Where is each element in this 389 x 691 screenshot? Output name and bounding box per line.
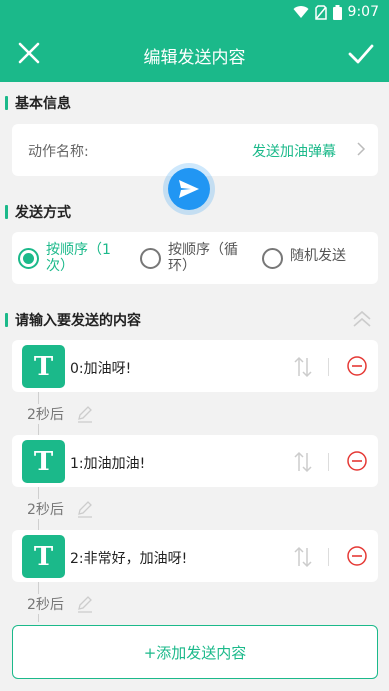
text-type-avatar: T [22,440,65,483]
list-item[interactable]: T 2:非常好，加油呀! [12,530,378,582]
section-send-mode-title: 发送方式 [15,205,71,221]
delay-row: 2秒后 [27,404,94,424]
radio-label: 按顺序（1 次） [46,242,111,274]
edit-pencil-icon[interactable] [76,595,94,613]
delay-text: 2秒后 [27,597,64,613]
radio-circle [18,248,39,269]
remove-circle-icon[interactable] [346,355,368,377]
delay-text: 2秒后 [27,407,64,423]
status-icons: 9:07 [293,4,379,20]
list-item[interactable]: T 0:加油呀! [12,340,378,392]
radio-label-line1: 按顺序（循 [168,242,238,258]
divider [328,548,329,566]
remove-circle-icon[interactable] [346,450,368,472]
section-basic-info-title: 基本信息 [15,96,71,112]
sort-arrows-icon[interactable] [292,545,314,569]
sort-arrows-icon[interactable] [292,355,314,379]
radio-circle [262,248,283,269]
radio-circle [140,248,161,269]
radio-label: 按顺序（循 环） [168,242,238,274]
divider [328,453,329,471]
radio-sequential-once[interactable]: 按顺序（1 次） [18,242,111,274]
section-accent-bar [5,205,8,219]
item-text: 0:加油呀! [70,361,132,377]
sort-arrows-icon[interactable] [292,450,314,474]
section-accent-bar [5,96,8,110]
radio-sequential-loop[interactable]: 按顺序（循 环） [140,242,238,274]
delay-row: 2秒后 [27,499,94,519]
edit-pencil-icon[interactable] [76,405,94,423]
add-content-button[interactable]: +添加发送内容 [12,625,378,679]
send-mode-row: 按顺序（1 次） 按顺序（循 环） 随机发送 [12,232,378,284]
item-text: 1:加油加油! [70,456,146,472]
delay-row: 2秒后 [27,594,94,614]
section-send-mode: 发送方式 [5,202,71,222]
edit-pencil-icon[interactable] [76,500,94,518]
remove-circle-icon[interactable] [346,545,368,567]
section-content-title: 请输入要发送的内容 [15,313,141,329]
delay-text: 2秒后 [27,502,64,518]
radio-label-line2: 次） [46,258,74,274]
action-name-value: 发送加油弹幕 [252,144,336,160]
item-text: 2:非常好，加油呀! [70,551,188,567]
collapse-up-icon[interactable] [351,308,373,330]
list-item[interactable]: T 1:加油加油! [12,435,378,487]
send-icon [179,180,199,198]
radio-label: 随机发送 [290,248,346,264]
divider [328,358,329,376]
page-title: 编辑发送内容 [143,48,246,68]
text-type-avatar: T [22,535,65,578]
section-content: 请输入要发送的内容 [5,310,141,330]
radio-label-line1: 按顺序（1 [46,242,111,258]
status-time: 9:07 [347,4,379,20]
status-bar: 9:07 [0,0,389,26]
app-bar: 编辑发送内容 [0,26,389,82]
check-icon[interactable] [347,40,375,68]
chevron-right-icon [357,142,366,156]
radio-random[interactable]: 随机发送 [262,242,346,269]
battery-icon [332,4,342,20]
text-type-avatar: T [22,345,65,388]
action-name-label: 动作名称: [28,144,89,160]
send-fab-inner [168,168,210,210]
no-sim-icon [314,4,327,20]
section-basic-info: 基本信息 [5,93,71,113]
wifi-icon [293,6,309,19]
send-fab-button[interactable] [163,163,215,215]
section-accent-bar [5,313,8,327]
radio-label-line2: 环） [168,258,196,274]
